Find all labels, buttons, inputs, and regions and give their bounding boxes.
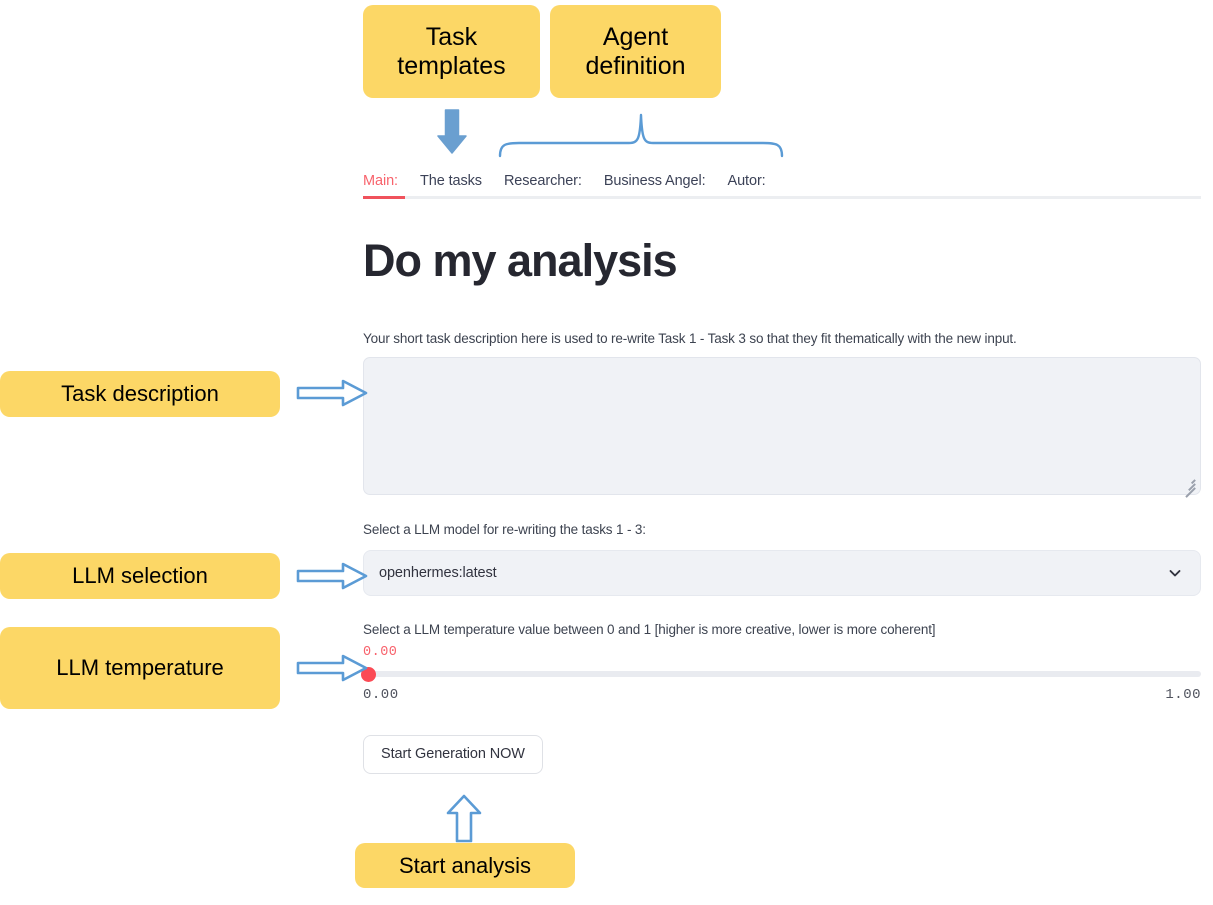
tab-active-indicator (363, 196, 405, 199)
annotation-arrow-down-icon (432, 108, 472, 156)
slider-track[interactable] (363, 671, 1201, 677)
annotation-arrow-right-temperature-icon (296, 653, 368, 683)
annotation-arrow-right-task-icon (296, 378, 368, 408)
task-description-input[interactable] (363, 357, 1201, 495)
annotation-arrow-up-icon (443, 793, 485, 843)
temperature-slider[interactable]: 0.00 0.00 1.00 (361, 645, 1201, 711)
annotation-llm-selection: LLM selection (0, 553, 280, 599)
annotation-agent-definition: Agent definition (550, 5, 721, 98)
model-select[interactable]: openhermes:latest (363, 550, 1201, 596)
tab-researcher[interactable]: Researcher: (504, 173, 582, 189)
annotation-start-analysis: Start analysis (355, 843, 575, 888)
annotation-llm-temperature-text: LLM temperature (56, 655, 224, 681)
temperature-current-value: 0.00 (363, 645, 398, 660)
annotation-task-description: Task description (0, 371, 280, 417)
annotation-task-description-text: Task description (61, 381, 219, 407)
slider-max-label: 1.00 (1165, 687, 1201, 703)
tab-autor[interactable]: Autor: (728, 173, 766, 189)
annotation-task-templates-text: Task templates (397, 22, 506, 80)
model-select-label: Select a LLM model for re-writing the ta… (363, 522, 646, 537)
annotation-curly-brace-icon (497, 112, 785, 158)
tab-main[interactable]: Main: (363, 173, 398, 189)
slider-range-labels: 0.00 1.00 (363, 687, 1201, 703)
model-select-value: openhermes:latest (379, 565, 497, 581)
tab-list: Main: The tasks Researcher: Business Ang… (363, 162, 1201, 188)
annotation-start-analysis-text: Start analysis (398, 852, 532, 878)
chevron-down-icon (1168, 566, 1182, 580)
annotation-arrow-right-llm-icon (296, 561, 368, 591)
start-generation-button[interactable]: Start Generation NOW (363, 735, 543, 774)
tab-the-tasks[interactable]: The tasks (420, 173, 482, 189)
slider-min-label: 0.00 (363, 687, 399, 703)
tab-business-angel[interactable]: Business Angel: (604, 173, 706, 189)
annotation-agent-definition-text: Agent definition (585, 22, 686, 80)
annotation-llm-temperature: LLM temperature (0, 627, 280, 709)
tab-bar: Main: The tasks Researcher: Business Ang… (363, 162, 1201, 202)
task-description-label: Your short task description here is used… (363, 331, 1017, 346)
annotation-task-templates: Task templates (363, 5, 540, 98)
temperature-label: Select a LLM temperature value between 0… (363, 622, 936, 637)
annotation-llm-selection-text: LLM selection (72, 563, 208, 589)
page-title: Do my analysis (363, 235, 678, 286)
tab-underline-track (363, 196, 1201, 199)
